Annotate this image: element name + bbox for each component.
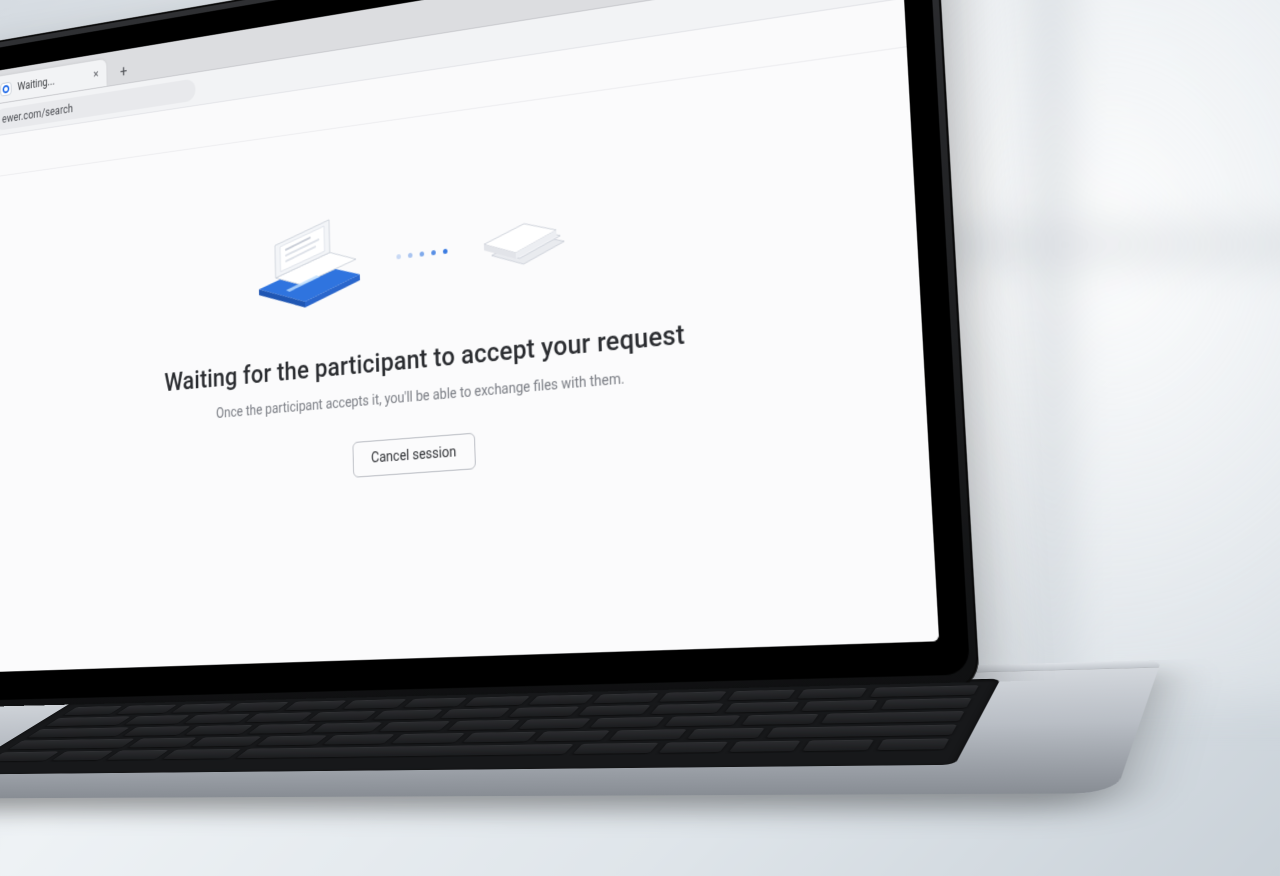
tab-title: Waiting...	[17, 69, 87, 93]
hero-illustration	[249, 185, 579, 321]
url-text: ewer.com/search	[2, 102, 73, 126]
laptop-bezel: Waiting... × + ewer.com/search	[0, 0, 970, 701]
laptop-mock: Waiting... × + ewer.com/search	[0, 0, 980, 714]
laptop-screen-frame: Waiting... × + ewer.com/search	[0, 0, 980, 714]
page-title: Waiting for the participant to accept yo…	[164, 320, 685, 398]
file-stack-icon	[473, 195, 578, 287]
new-tab-button[interactable]: +	[113, 56, 135, 85]
transfer-dots-icon	[396, 248, 447, 259]
close-tab-button[interactable]: ×	[93, 68, 98, 81]
teamviewer-icon	[0, 81, 11, 96]
screen: Waiting... × + ewer.com/search	[0, 0, 939, 672]
plus-icon: +	[120, 61, 127, 79]
cancel-session-button[interactable]: Cancel session	[352, 433, 476, 478]
laptop-transfer-icon	[249, 211, 371, 321]
